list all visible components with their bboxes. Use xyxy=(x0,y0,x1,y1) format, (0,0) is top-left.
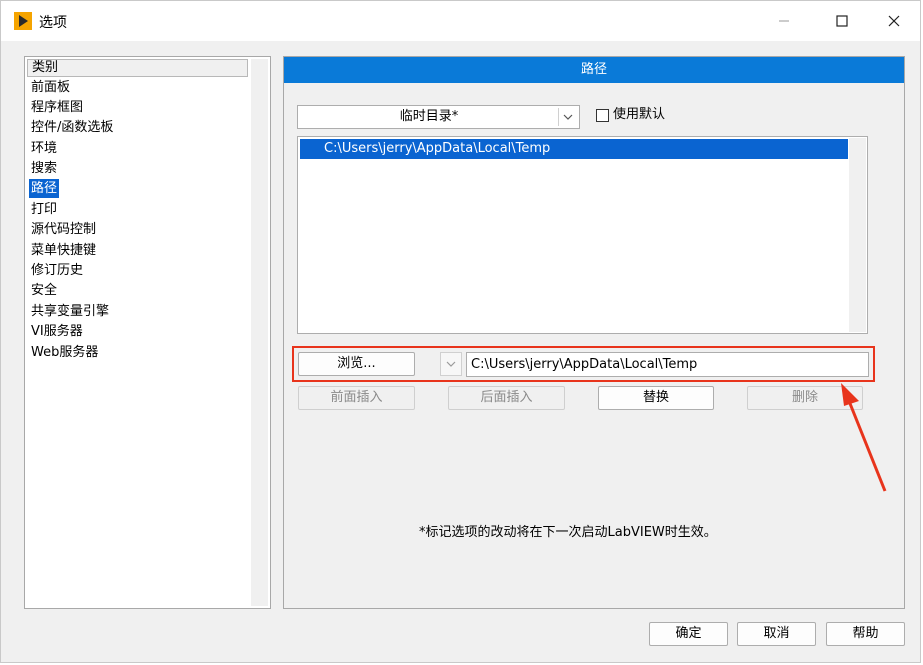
category-item-source-control[interactable]: 源代码控制 xyxy=(29,220,98,239)
category-item-menu-shortcuts[interactable]: 菜单快捷键 xyxy=(29,241,98,260)
path-list-item[interactable]: C:\Users\jerry\AppData\Local\Temp xyxy=(300,139,848,159)
delete-button[interactable]: 删除 xyxy=(747,386,863,410)
category-item-printing[interactable]: 打印 xyxy=(29,200,59,219)
path-list-scrollbar[interactable] xyxy=(849,138,866,332)
category-scrollbar[interactable] xyxy=(251,59,268,606)
labview-app-icon xyxy=(14,12,32,30)
category-list: 类别 前面板 程序框图 控件/函数选板 环境 搜索 路径 打印 源代码控制 菜单… xyxy=(24,56,271,609)
options-dialog: 选项 类别 前面板 程序框图 控件/函数选板 环境 搜索 路径 打印 源代码控制… xyxy=(0,0,921,663)
window-title: 选项 xyxy=(39,15,67,31)
path-type-dropdown[interactable]: 临时目录* xyxy=(297,105,580,129)
panel-title: 路径 xyxy=(284,57,904,83)
category-item-front-panel[interactable]: 前面板 xyxy=(29,78,72,97)
path-history-button[interactable] xyxy=(440,352,462,376)
insert-before-button[interactable]: 前面插入 xyxy=(298,386,415,410)
minimize-button[interactable] xyxy=(761,1,807,41)
path-list[interactable]: C:\Users\jerry\AppData\Local\Temp xyxy=(297,136,868,334)
category-item-environment[interactable]: 环境 xyxy=(29,139,59,158)
ok-button[interactable]: 确定 xyxy=(649,622,728,646)
category-item-palettes[interactable]: 控件/函数选板 xyxy=(29,118,115,137)
close-button[interactable] xyxy=(871,1,917,41)
insert-after-button[interactable]: 后面插入 xyxy=(448,386,565,410)
maximize-button[interactable] xyxy=(819,1,865,41)
category-item-security[interactable]: 安全 xyxy=(29,281,59,300)
help-button[interactable]: 帮助 xyxy=(826,622,905,646)
category-item-search[interactable]: 搜索 xyxy=(29,159,59,178)
use-default-label[interactable]: 使用默认 xyxy=(613,107,665,123)
category-item-block-diagram[interactable]: 程序框图 xyxy=(29,98,85,117)
category-list-header[interactable]: 类别 xyxy=(27,59,248,77)
category-item-vi-server[interactable]: VI服务器 xyxy=(29,322,85,341)
path-input[interactable] xyxy=(466,352,869,377)
chevron-down-icon[interactable] xyxy=(558,108,577,126)
category-item-shared-variable-engine[interactable]: 共享变量引擎 xyxy=(29,302,111,321)
category-item-web-server[interactable]: Web服务器 xyxy=(29,343,100,362)
category-item-revision-history[interactable]: 修订历史 xyxy=(29,261,85,280)
path-type-value: 临时目录* xyxy=(399,109,459,124)
title-bar: 选项 xyxy=(1,1,920,41)
cancel-button[interactable]: 取消 xyxy=(737,622,816,646)
browse-button[interactable]: 浏览... xyxy=(298,352,415,376)
category-item-paths[interactable]: 路径 xyxy=(29,179,60,198)
replace-button[interactable]: 替换 xyxy=(598,386,714,410)
use-default-checkbox[interactable] xyxy=(596,109,609,122)
restart-note: *标记选项的改动将在下一次启动LabVIEW时生效。 xyxy=(419,525,717,540)
